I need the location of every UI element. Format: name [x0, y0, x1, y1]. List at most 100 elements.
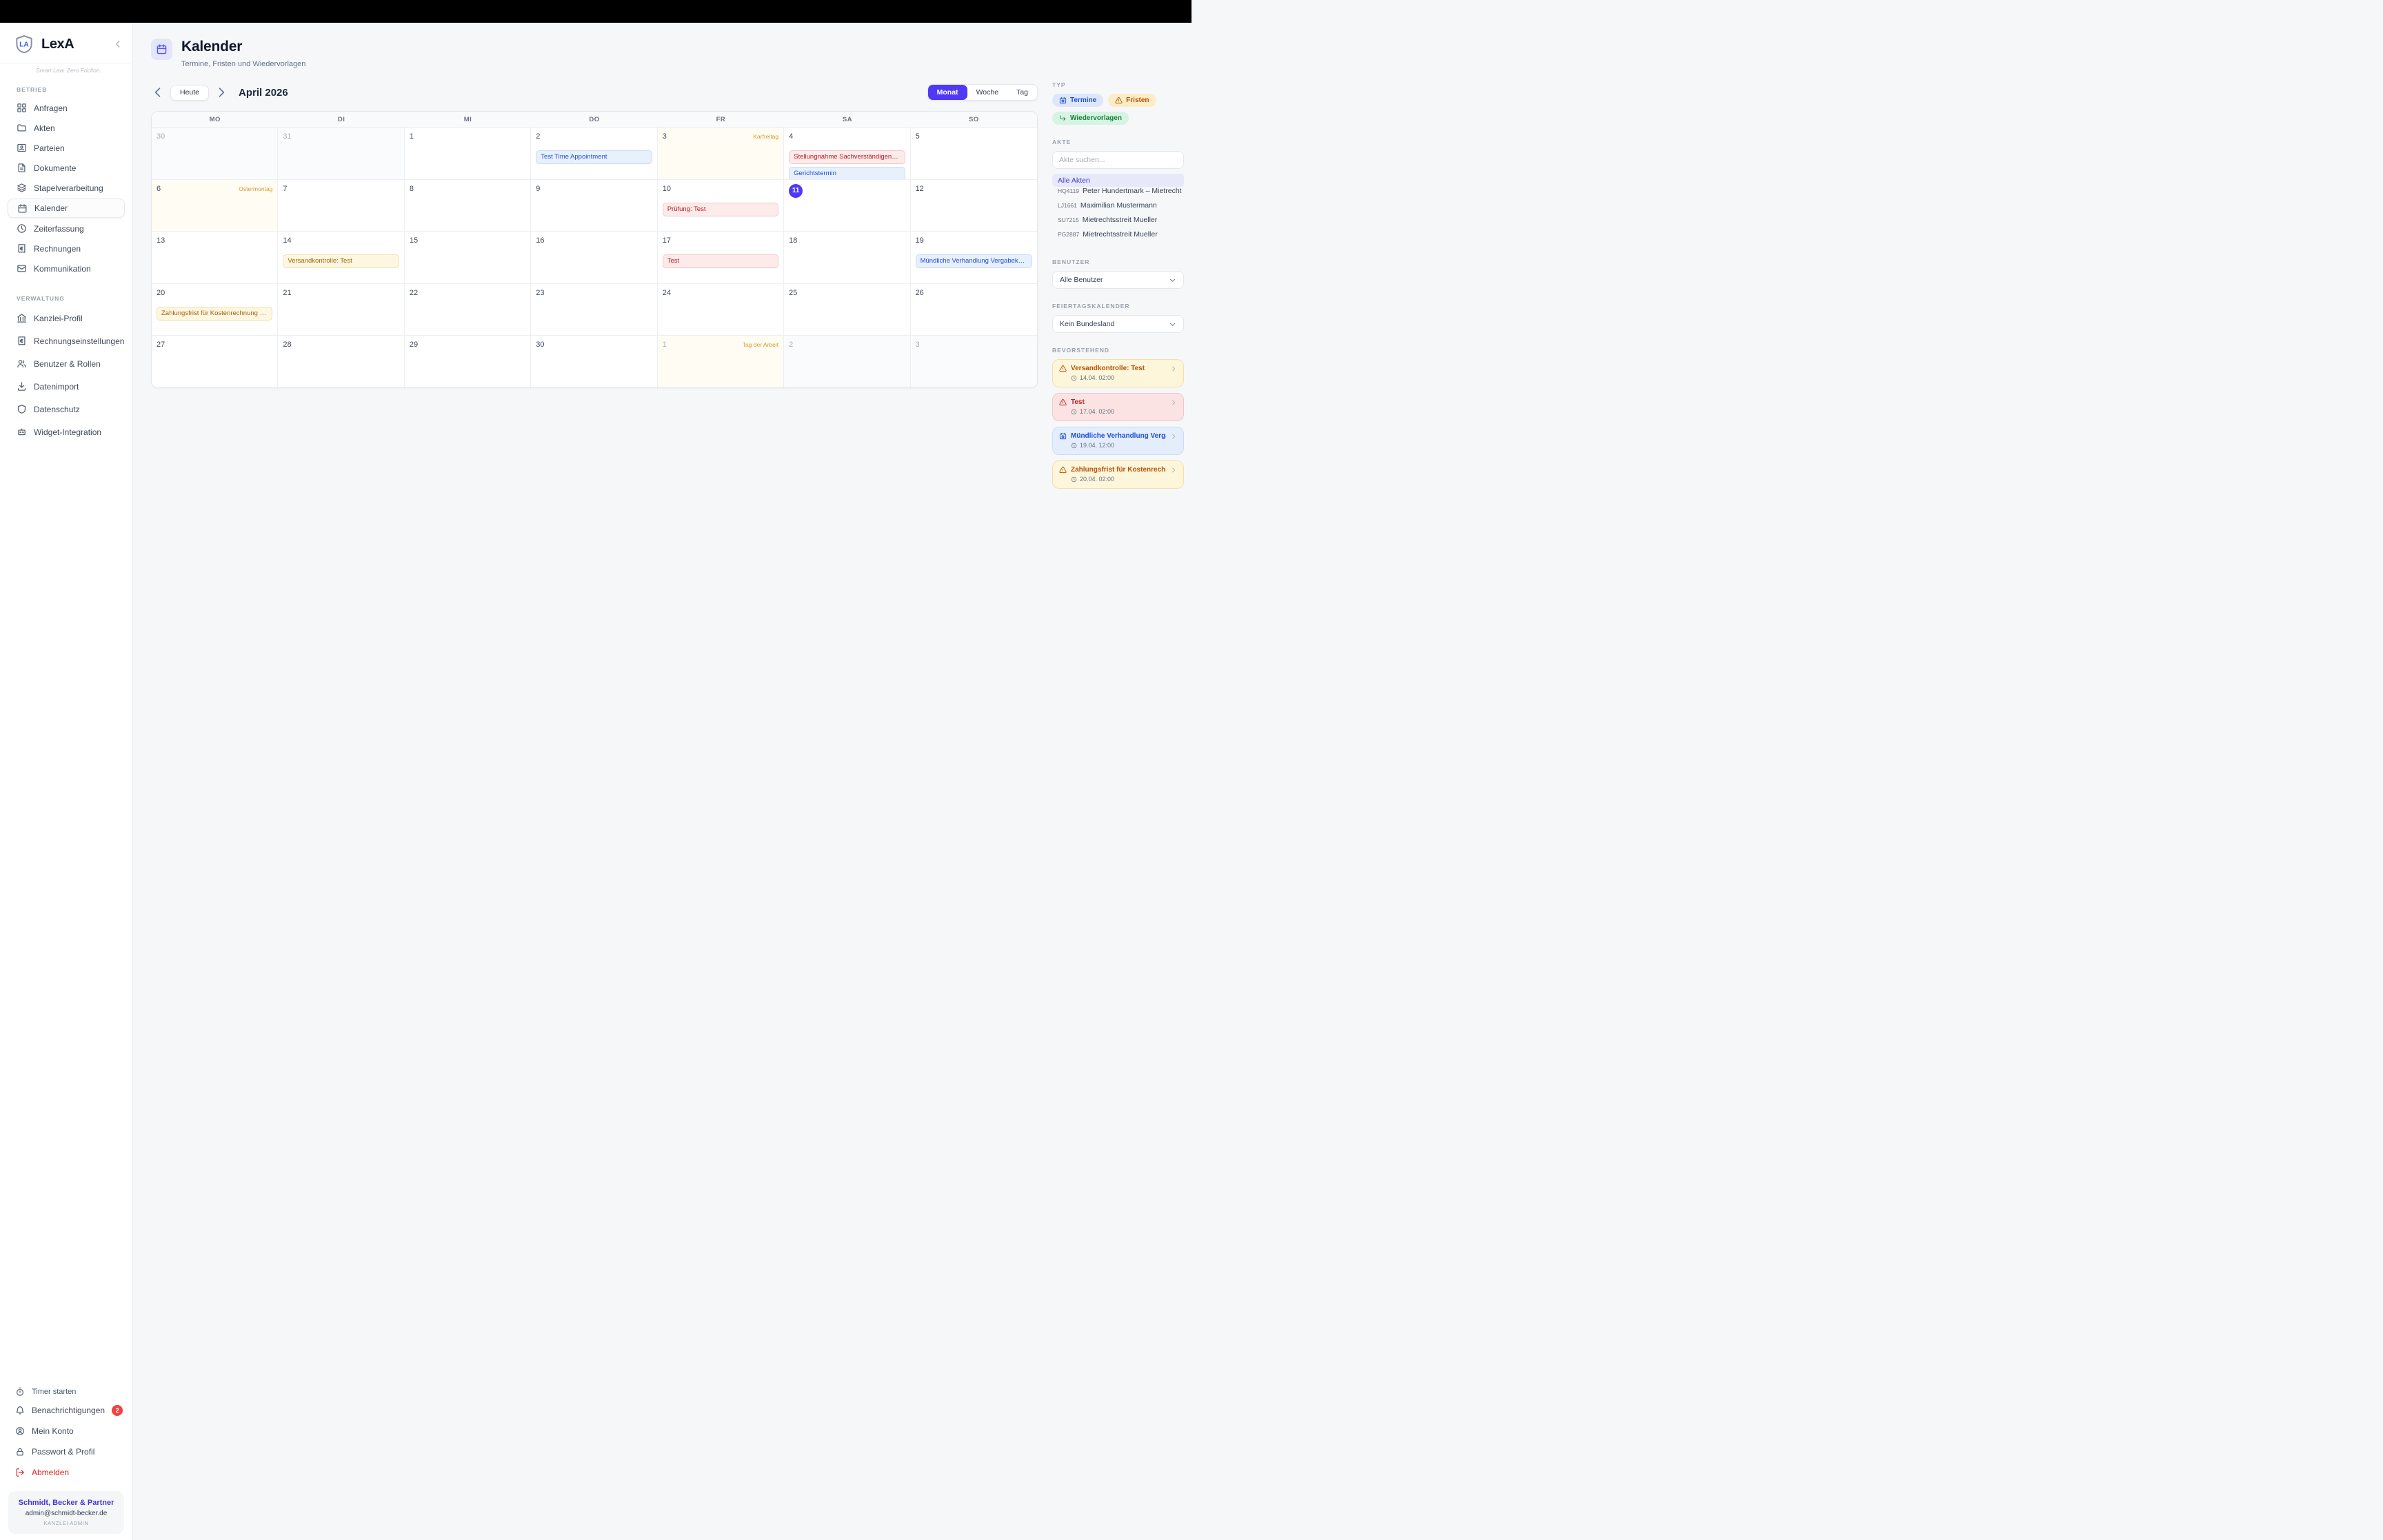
sidebar-item-anfragen[interactable]: Anfragen: [0, 98, 132, 118]
calendar-event[interactable]: Test: [663, 254, 778, 268]
sidebar-item-akten[interactable]: Akten: [0, 118, 132, 138]
sidebar-item-datenimport[interactable]: Datenimport: [0, 375, 132, 398]
day-cell-1[interactable]: 1: [405, 128, 531, 180]
calendar-event[interactable]: Test Time Appointment: [536, 150, 652, 164]
day-cell-19[interactable]: 19 Mündliche Verhandlung Vergabekammer: [911, 232, 1037, 284]
chevron-down-icon: [1169, 321, 1176, 328]
sidebar-item-abmelden[interactable]: Abmelden: [8, 1462, 124, 1483]
day-header-mo: MO: [152, 112, 278, 128]
day-cell-27[interactable]: 27: [152, 336, 278, 388]
sidebar-item-kanzlei-profil[interactable]: Kanzlei-Profil: [0, 307, 132, 330]
upcoming-event-card[interactable]: Test17.04. 02:00: [1052, 393, 1184, 421]
view-button-monat[interactable]: Monat: [928, 85, 967, 100]
sidebar-item-mein-konto[interactable]: Mein Konto: [8, 1421, 124, 1441]
sidebar-item-widget-integration[interactable]: Widget-Integration: [0, 421, 132, 443]
akte-item-su7215[interactable]: SU7215Mietrechtsstreit Mueller: [1052, 216, 1184, 230]
akte-item-lj1661[interactable]: LJ1661Maximilian Mustermann: [1052, 201, 1184, 216]
sidebar-item-rechnungseinstellungen[interactable]: Rechnungseinstellungen: [0, 330, 132, 352]
sidebar-item-rechnungen[interactable]: Rechnungen: [0, 239, 132, 259]
today-button[interactable]: Heute: [170, 85, 209, 101]
clock-icon: [17, 223, 27, 234]
day-cell-28[interactable]: 28: [278, 336, 404, 388]
day-number: 27: [157, 340, 165, 349]
sidebar-item-dokumente[interactable]: Dokumente: [0, 158, 132, 178]
svg-text:LA: LA: [19, 41, 29, 49]
day-cell-6[interactable]: 6Ostermontag: [152, 180, 278, 232]
day-cell-20[interactable]: 20Zahlungsfrist für Kostenrechnung (14 T…: [152, 284, 278, 336]
day-cell-1[interactable]: 1Tag der Arbeit: [658, 336, 784, 388]
day-cell-26[interactable]: 26: [911, 284, 1037, 336]
benutzer-select[interactable]: Alle Benutzer: [1052, 271, 1184, 289]
next-month-button[interactable]: [214, 85, 228, 100]
day-cell-12[interactable]: 12: [911, 180, 1037, 232]
view-button-tag[interactable]: Tag: [1007, 85, 1037, 100]
day-cell-25[interactable]: 25: [784, 284, 910, 336]
typ-filter-wiedervorlagen[interactable]: Wiedervorlagen: [1052, 112, 1129, 125]
day-cell-15[interactable]: 15: [405, 232, 531, 284]
day-cell-13[interactable]: 13: [152, 232, 278, 284]
sidebar-item-datenschutz[interactable]: Datenschutz: [0, 398, 132, 421]
sidebar-item-benutzer-rollen[interactable]: Benutzer & Rollen: [0, 352, 132, 375]
logout-icon: [15, 1468, 25, 1477]
sidebar-item-parteien[interactable]: Parteien: [0, 138, 132, 158]
day-cell-24[interactable]: 24: [658, 284, 784, 336]
akte-item-hq4119[interactable]: HQ4119Peter Hundertmark – Mietrecht: [1052, 187, 1184, 201]
day-cell-2[interactable]: 2: [784, 336, 910, 388]
day-cell-2[interactable]: 2Test Time Appointment: [531, 128, 657, 180]
sidebar-item-kalender[interactable]: Kalender: [8, 199, 125, 218]
akte-code: LJ1661: [1058, 202, 1077, 209]
sidebar-item-zeiterfassung[interactable]: Zeiterfassung: [0, 219, 132, 239]
upcoming-event-card[interactable]: Zahlungsfrist für Kostenrechnung (...20.…: [1052, 460, 1184, 489]
day-cell-17[interactable]: 17Test: [658, 232, 784, 284]
day-cell-10[interactable]: 10Prüfung: Test: [658, 180, 784, 232]
holiday-label: Ostermontag: [239, 184, 272, 194]
akte-search-input[interactable]: [1052, 151, 1184, 169]
day-number: 26: [916, 288, 924, 298]
day-cell-22[interactable]: 22: [405, 284, 531, 336]
view-button-woche[interactable]: Woche: [967, 85, 1008, 100]
prev-month-button[interactable]: [151, 85, 165, 100]
akte-item-pg2887[interactable]: PG2887Mietrechtsstreit Mueller: [1052, 230, 1184, 245]
day-cell-30[interactable]: 30: [531, 336, 657, 388]
feiertagskalender-select[interactable]: Kein Bundesland: [1052, 315, 1184, 333]
typ-filter-fristen[interactable]: Fristen: [1108, 94, 1156, 107]
calendar-event[interactable]: Mündliche Verhandlung Vergabekammer: [916, 254, 1032, 268]
day-cell-14[interactable]: 14Versandkontrolle: Test: [278, 232, 404, 284]
calendar-event[interactable]: Versandkontrolle: Test: [283, 254, 399, 268]
day-cell-23[interactable]: 23: [531, 284, 657, 336]
day-cell-9[interactable]: 9: [531, 180, 657, 232]
sidebar-item-kommunikation[interactable]: Kommunikation: [0, 259, 132, 278]
sidebar-item-label: Datenschutz: [34, 405, 80, 414]
day-cell-18[interactable]: 18: [784, 232, 910, 284]
upcoming-event-card[interactable]: Mündliche Verhandlung Vergabeka...19.04.…: [1052, 427, 1184, 455]
day-cell-21[interactable]: 21: [278, 284, 404, 336]
sidebar-item-benachrichtigungen[interactable]: Benachrichtigungen2: [8, 1400, 124, 1421]
akte-filter-all[interactable]: Alle Akten: [1052, 174, 1184, 187]
sidebar-collapse-button[interactable]: [113, 39, 123, 49]
sidebar-item-stapelverarbeitung[interactable]: Stapelverarbeitung: [0, 178, 132, 198]
day-cell-5[interactable]: 5: [911, 128, 1037, 180]
sidebar-item-timer-starten[interactable]: Timer starten: [8, 1384, 124, 1400]
day-cell-7[interactable]: 7: [278, 180, 404, 232]
day-cell-3[interactable]: 3: [911, 336, 1037, 388]
sidebar-item-passwort-profil[interactable]: Passwort & Profil: [8, 1441, 124, 1462]
day-cell-3[interactable]: 3Karfreitag: [658, 128, 784, 180]
sidebar-item-label: Stapelverarbeitung: [34, 183, 103, 193]
calendar-event[interactable]: Gerichtstermin: [789, 167, 905, 180]
day-cell-8[interactable]: 8: [405, 180, 531, 232]
typ-filter-termine[interactable]: Termine: [1052, 94, 1103, 107]
calendar-event[interactable]: Zahlungsfrist für Kostenrechnung (14 Tag…: [157, 307, 272, 321]
day-cell-31[interactable]: 31: [278, 128, 404, 180]
upcoming-event-card[interactable]: Versandkontrolle: Test14.04. 02:00: [1052, 359, 1184, 387]
day-number: 19: [916, 236, 924, 245]
day-cell-29[interactable]: 29: [405, 336, 531, 388]
day-cell-30[interactable]: 30: [152, 128, 278, 180]
day-cell-4[interactable]: 4Stellungnahme Sachverständigengutachten…: [784, 128, 910, 180]
day-cell-16[interactable]: 16: [531, 232, 657, 284]
calendar-event[interactable]: Stellungnahme Sachverständigengutachten: [789, 150, 905, 164]
sidebar-item-label: Kalender: [34, 203, 68, 213]
day-cell-11[interactable]: 11: [784, 180, 910, 232]
akte-code: HQ4119: [1058, 188, 1079, 194]
calendar-event[interactable]: Prüfung: Test: [663, 203, 778, 216]
timer-icon: [15, 1387, 25, 1397]
